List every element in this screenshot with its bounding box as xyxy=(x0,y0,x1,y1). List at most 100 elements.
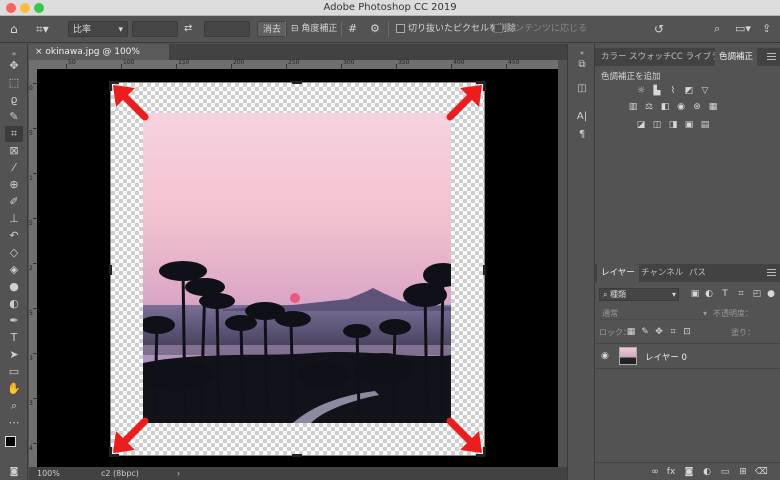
overlay-grid-icon[interactable]: # xyxy=(348,21,357,37)
status-bar: 100% c2 (8bpc) › xyxy=(29,467,567,480)
filter-type-icon[interactable]: T xyxy=(719,289,731,300)
eraser-tool-icon[interactable]: ◇ xyxy=(5,245,23,261)
swap-icon[interactable]: ⇄ xyxy=(184,21,192,37)
history-brush-tool-icon[interactable]: ↶ xyxy=(5,228,23,244)
content-aware-checkbox[interactable]: コンテンツに応じる xyxy=(494,21,587,37)
lock-transparent-icon[interactable]: ▦ xyxy=(625,327,637,338)
new-layer-icon[interactable]: ⊞ xyxy=(737,467,749,478)
layer-mask-icon[interactable]: ◙ xyxy=(683,467,695,478)
crop-handle-right[interactable] xyxy=(483,265,486,275)
blend-mode-select[interactable]: 通常 ▾ xyxy=(599,307,709,320)
quick-select-tool-icon[interactable]: ✎ xyxy=(5,109,23,125)
pen-tool-icon[interactable]: ✒ xyxy=(5,313,23,329)
move-tool-icon[interactable]: ✥ xyxy=(5,58,23,74)
layer-row[interactable]: ◉ レイヤー 0 xyxy=(595,343,780,369)
chevron-down-icon: ▾ xyxy=(118,25,123,35)
paint-bucket-tool-icon[interactable]: ◈ xyxy=(5,262,23,278)
curves-icon[interactable]: ⌇ xyxy=(667,86,679,97)
type-tool-icon[interactable]: T xyxy=(5,330,23,346)
filter-pixel-icon[interactable]: ▣ xyxy=(689,289,701,300)
character-panel-icon[interactable]: A| xyxy=(574,110,590,124)
exposure-icon[interactable]: ◩ xyxy=(683,86,695,97)
invert-icon[interactable]: ◪ xyxy=(635,120,647,131)
hue-saturation-icon[interactable]: ▥ xyxy=(627,102,639,113)
quick-mask-icon[interactable]: ◙ xyxy=(5,464,23,480)
brush-tool-icon[interactable]: ✐ xyxy=(5,194,23,210)
color-balance-icon[interactable]: ⚖ xyxy=(643,102,655,113)
reset-icon[interactable]: ↺ xyxy=(654,21,664,37)
width-field[interactable] xyxy=(132,21,178,37)
color-lookup-icon[interactable]: ▦ xyxy=(707,102,719,113)
levels-icon[interactable]: ▙ xyxy=(651,86,663,97)
photo-filter-icon[interactable]: ◉ xyxy=(675,102,687,113)
panel-menu-icon[interactable] xyxy=(767,269,776,276)
filter-shape-icon[interactable]: ⌗ xyxy=(735,289,747,300)
gradient-map-icon[interactable]: ▤ xyxy=(699,120,711,131)
crop-box[interactable] xyxy=(109,81,486,457)
layer-filter-select[interactable]: ⌕ 種類 ▾ xyxy=(599,288,679,301)
lock-pixels-icon[interactable]: ✎ xyxy=(639,327,651,338)
lasso-tool-icon[interactable]: ϱ xyxy=(5,92,23,108)
frame-tool-icon[interactable]: ⊠ xyxy=(5,143,23,159)
straighten-button[interactable]: ⊟ 角度補正 xyxy=(291,21,337,37)
clone-stamp-tool-icon[interactable]: ⊥ xyxy=(5,211,23,227)
eye-icon[interactable]: ◉ xyxy=(601,351,609,361)
workspace-icon[interactable]: ▭▾ xyxy=(735,21,751,37)
eyedropper-tool-icon[interactable]: ⁄ xyxy=(5,160,23,176)
crop-tool-preset-icon[interactable]: ⌗▾ xyxy=(36,21,49,37)
lock-artboard-icon[interactable]: ⌗ xyxy=(667,327,679,338)
clear-button[interactable]: 消去 xyxy=(257,21,288,37)
crop-handle-bottom[interactable] xyxy=(292,454,302,457)
vibrance-icon[interactable]: ▽ xyxy=(699,86,711,97)
trash-icon[interactable]: ⌫ xyxy=(755,467,768,478)
tab-channels[interactable]: チャンネル xyxy=(637,264,687,282)
paragraph-panel-icon[interactable]: ¶ xyxy=(574,128,590,142)
threshold-icon[interactable]: ◨ xyxy=(667,120,679,131)
posterize-icon[interactable]: ◫ xyxy=(651,120,663,131)
layer-name[interactable]: レイヤー 0 xyxy=(645,351,687,363)
lock-position-icon[interactable]: ✥ xyxy=(653,327,665,338)
status-menu-chevron-icon[interactable]: › xyxy=(177,467,180,480)
hand-tool-icon[interactable]: ✋ xyxy=(5,381,23,397)
crop-tool-icon[interactable]: ⌗ xyxy=(5,126,23,142)
tab-layers[interactable]: レイヤー xyxy=(597,264,639,282)
properties-panel-icon[interactable]: ◫ xyxy=(574,82,590,96)
new-group-icon[interactable]: ▭ xyxy=(719,467,731,478)
gear-icon[interactable]: ⚙ xyxy=(370,21,380,37)
black-white-icon[interactable]: ◧ xyxy=(659,102,671,113)
ratio-select[interactable]: 比率 ▾ xyxy=(68,21,128,37)
healing-brush-tool-icon[interactable]: ⊕ xyxy=(5,177,23,193)
tab-adjustments[interactable]: 色調補正 xyxy=(715,48,758,66)
zoom-level[interactable]: 100% xyxy=(37,467,60,480)
more-tools-icon[interactable]: ⋯ xyxy=(5,415,23,431)
height-field[interactable] xyxy=(204,21,250,37)
tab-paths[interactable]: パス xyxy=(685,264,710,282)
document-tab[interactable]: × okinawa.jpg @ 100% (RGB/8) * xyxy=(29,44,169,73)
close-tab-icon[interactable]: × xyxy=(35,47,45,57)
filter-smart-object-icon[interactable]: ◰ xyxy=(751,289,763,300)
search-icon[interactable]: ⌕ xyxy=(714,21,720,37)
filter-adjustment-icon[interactable]: ◐ xyxy=(703,289,715,300)
filter-toggle-icon[interactable]: ● xyxy=(765,289,777,300)
share-icon[interactable]: ⇪ xyxy=(762,21,771,37)
lock-all-icon[interactable]: ⊡ xyxy=(681,327,693,338)
history-panel-icon[interactable]: ⧉ xyxy=(574,58,590,72)
marquee-tool-icon[interactable]: ⬚ xyxy=(5,75,23,91)
blur-tool-icon[interactable]: ● xyxy=(5,279,23,295)
rectangle-tool-icon[interactable]: ▭ xyxy=(5,364,23,380)
dodge-tool-icon[interactable]: ◐ xyxy=(5,296,23,312)
layer-style-icon[interactable]: fx xyxy=(665,467,677,478)
adjustment-layer-icon[interactable]: ◐ xyxy=(701,467,713,478)
link-layers-icon[interactable]: ∞ xyxy=(649,467,661,478)
foreground-color-swatch[interactable] xyxy=(5,436,16,447)
crop-handle-left[interactable] xyxy=(109,265,112,275)
crop-handle-top[interactable] xyxy=(292,81,302,84)
selective-color-icon[interactable]: ▣ xyxy=(683,120,695,131)
home-icon[interactable]: ⌂ xyxy=(10,21,18,37)
path-selection-tool-icon[interactable]: ➤ xyxy=(5,347,23,363)
channel-mixer-icon[interactable]: ⊛ xyxy=(691,102,703,113)
zoom-tool-icon[interactable]: ⌕ xyxy=(5,398,23,414)
panel-menu-icon[interactable] xyxy=(767,53,776,60)
canvas-area[interactable] xyxy=(37,69,558,467)
brightness-contrast-icon[interactable]: ☼ xyxy=(635,86,647,97)
